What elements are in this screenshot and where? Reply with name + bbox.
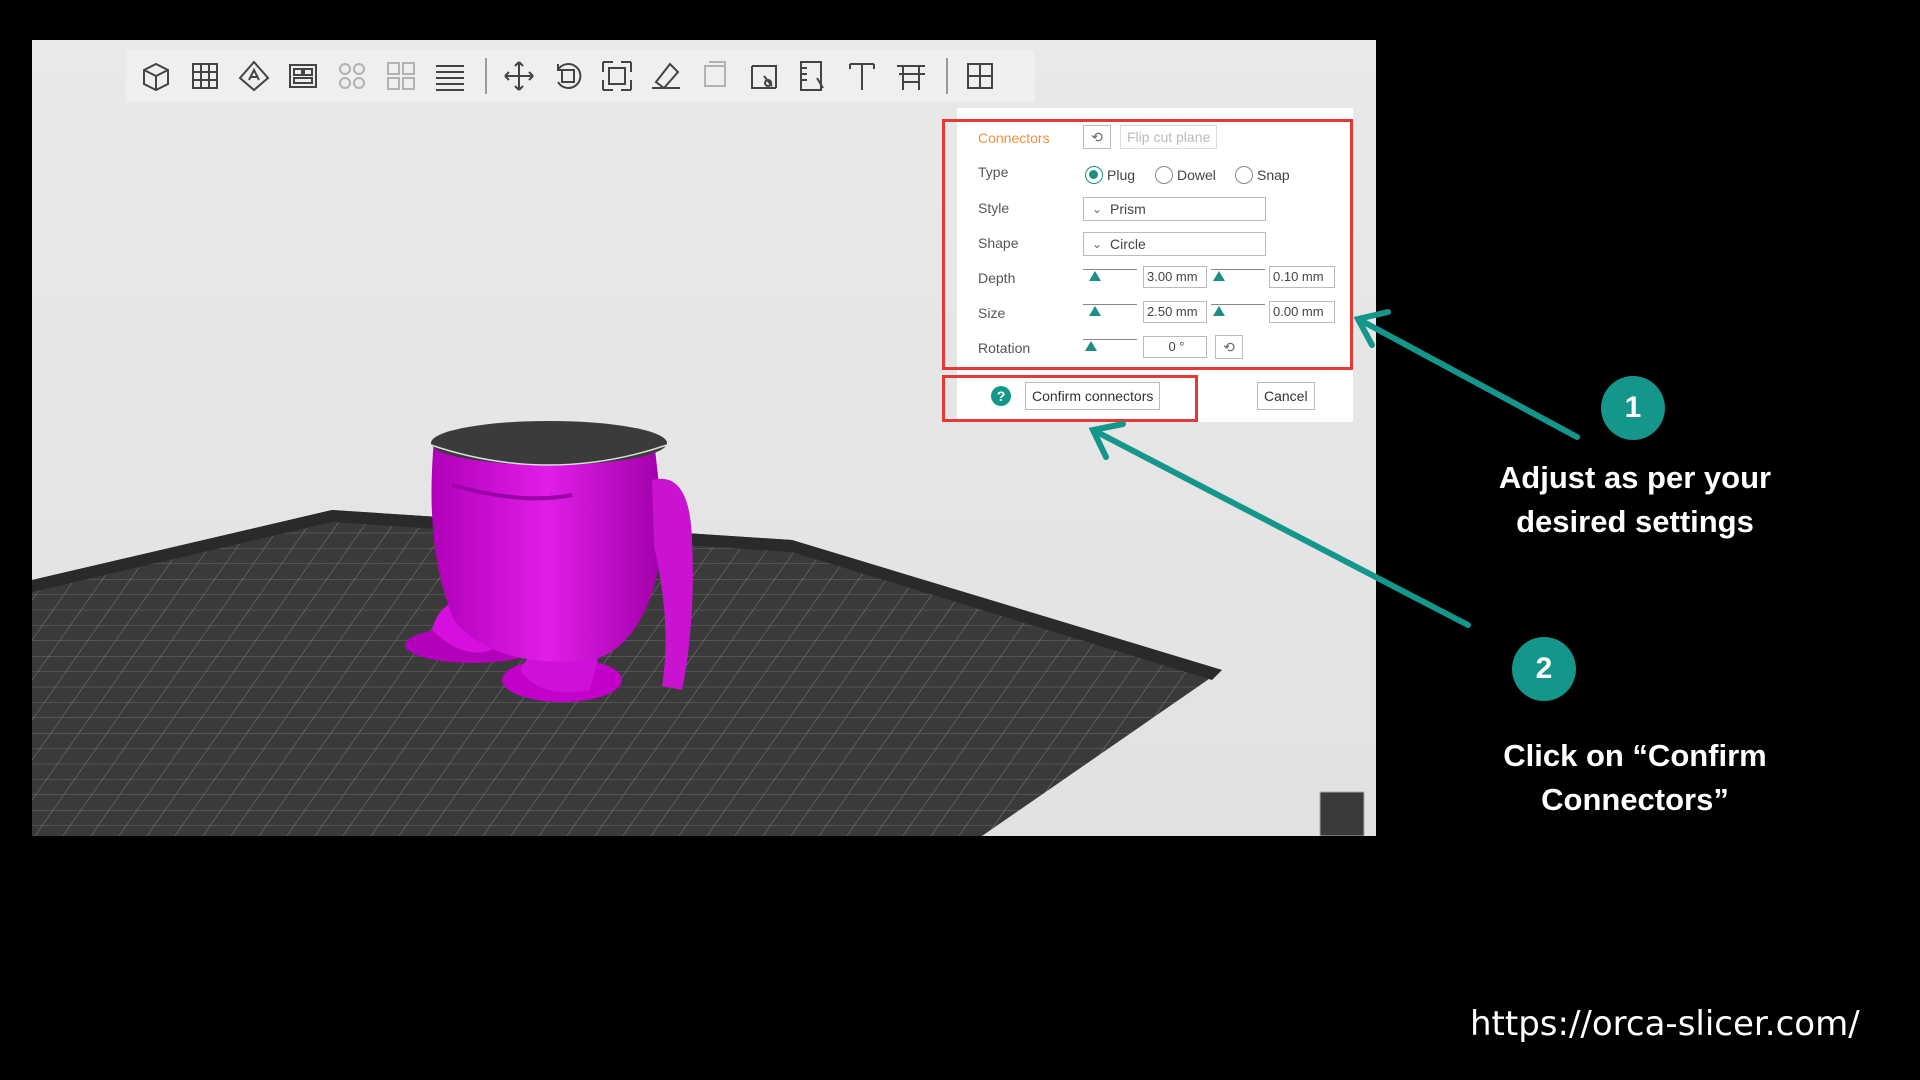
- assembly-icon[interactable]: [960, 56, 1000, 96]
- step-2-badge: 2: [1512, 637, 1576, 701]
- add-plate-icon[interactable]: [185, 56, 225, 96]
- split-parts-icon[interactable]: [381, 56, 421, 96]
- step-2-text: Click on “Confirm Connectors”: [1503, 738, 1767, 817]
- settings-highlight-box: [942, 119, 1353, 370]
- toolbar-separator: [485, 58, 487, 94]
- footer-url[interactable]: https://orca-slicer.com/: [1470, 1004, 1860, 1044]
- rotate-icon[interactable]: [548, 56, 588, 96]
- split-objects-icon[interactable]: [332, 56, 372, 96]
- placement-icon[interactable]: [695, 56, 735, 96]
- scale-icon[interactable]: [597, 56, 637, 96]
- arrow-1: [1357, 317, 1580, 440]
- add-object-icon[interactable]: [136, 56, 176, 96]
- measure-icon[interactable]: [891, 56, 931, 96]
- confirm-highlight-box: [942, 375, 1198, 422]
- lay-on-face-icon[interactable]: [646, 56, 686, 96]
- move-icon[interactable]: [499, 56, 539, 96]
- cancel-button[interactable]: Cancel: [1257, 382, 1315, 410]
- layers-icon[interactable]: [430, 56, 470, 96]
- plate-thumbnail: [1319, 791, 1365, 836]
- arrange-icon[interactable]: [283, 56, 323, 96]
- step-1-text: Adjust as per your desired settings: [1498, 460, 1772, 539]
- text-icon[interactable]: [842, 56, 882, 96]
- toolbar-separator: [946, 58, 948, 94]
- auto-orient-icon[interactable]: [234, 56, 274, 96]
- top-toolbar: [126, 50, 1035, 102]
- cut-icon[interactable]: [744, 56, 784, 96]
- step-1-badge: 1: [1601, 376, 1665, 440]
- seam-painting-icon[interactable]: [793, 56, 833, 96]
